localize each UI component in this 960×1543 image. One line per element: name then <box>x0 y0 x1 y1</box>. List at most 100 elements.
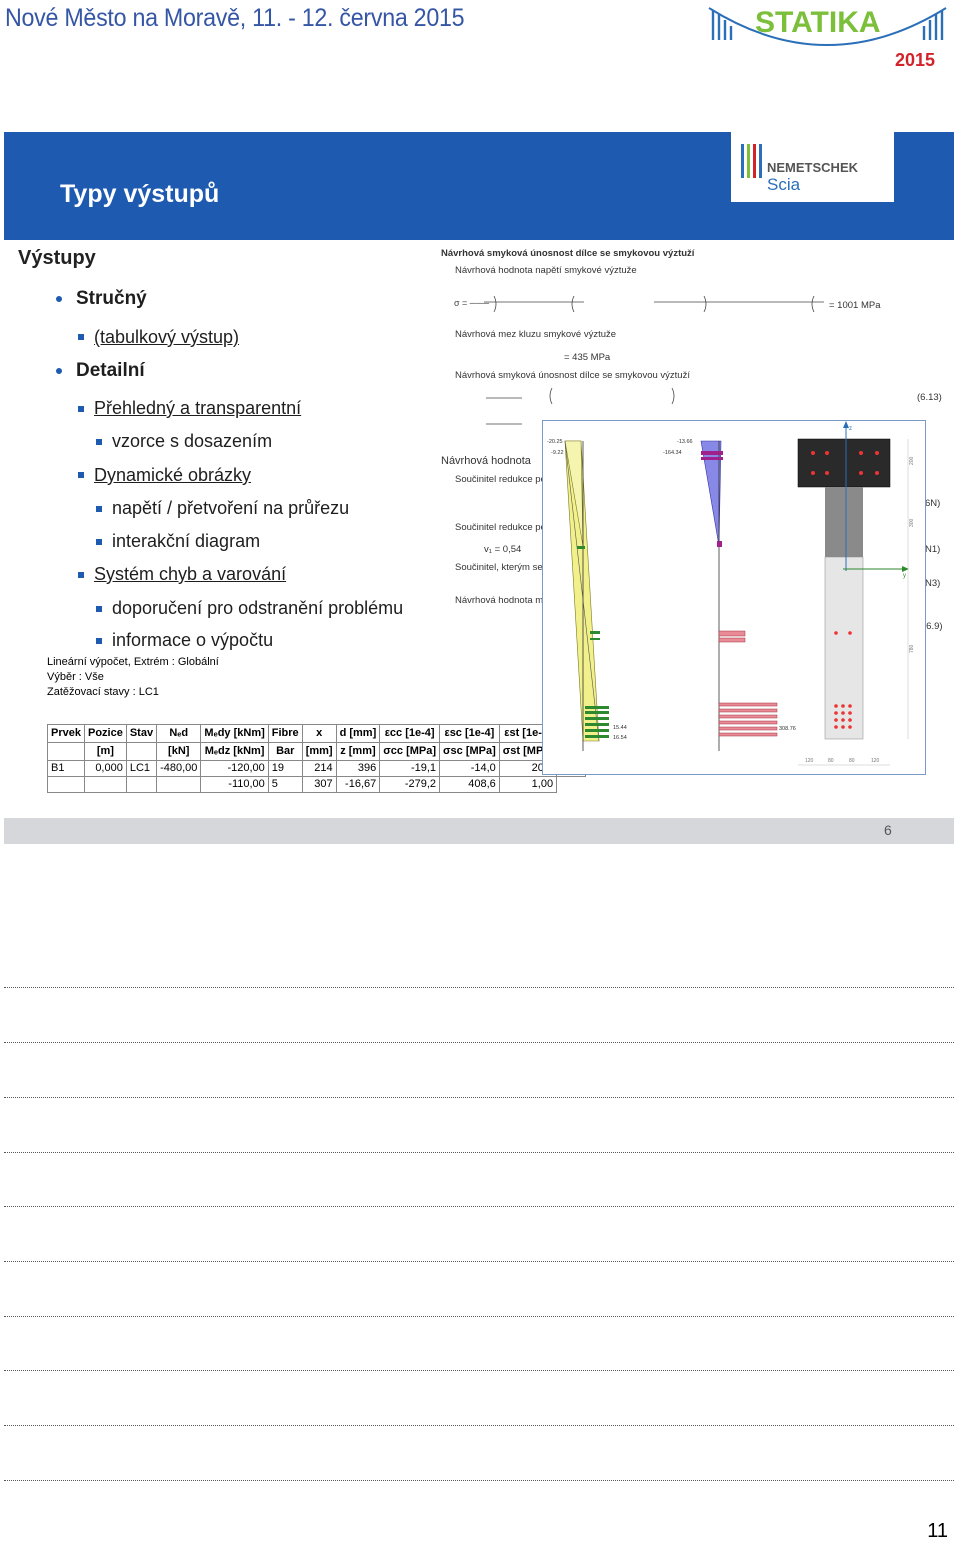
svg-text:120: 120 <box>805 758 814 764</box>
notes-line <box>4 1152 954 1153</box>
page-number: 11 <box>927 1520 948 1542</box>
table-header-cell: Stav <box>125 724 158 743</box>
brand-name: NEMETSCHEK <box>767 160 859 175</box>
bullet-square <box>96 539 102 545</box>
diagram-label: 16.54 <box>613 735 627 741</box>
table-header-cell: εsc [1e-4] <box>439 724 500 743</box>
table-cell: B1 <box>47 760 85 777</box>
table-header-cell: Nₑd <box>156 724 202 743</box>
brand-sub: Scia <box>767 175 801 194</box>
table-header-cell: Mₑdz [kNm] <box>200 742 269 761</box>
table-header-row: Prvek Pozice Stav Nₑd Mₑdy [kNm] Fibre x d [mm]… <box>47 724 586 743</box>
svg-text:780: 780 <box>909 644 915 653</box>
formula-text: Návrhová hodnota napětí smykové výztuže <box>455 265 637 276</box>
bullet-square <box>78 334 84 340</box>
svg-text:80: 80 <box>828 758 834 764</box>
table-cell: 396 <box>335 760 381 777</box>
notes-line <box>4 1316 954 1317</box>
table-header-cell: z [mm] <box>335 742 381 761</box>
table-cell <box>156 776 202 793</box>
svg-text:z: z <box>849 426 852 432</box>
svg-text:200: 200 <box>909 456 915 465</box>
svg-text:120: 120 <box>871 758 880 764</box>
table-cell: 214 <box>301 760 337 777</box>
table-cell: -14,0 <box>439 760 500 777</box>
diagram-label: -20.25 <box>547 439 563 445</box>
bullet-square <box>96 439 102 445</box>
table-header-cell: Pozice <box>83 724 127 743</box>
table-row: B1 0,000 LC1 -480,00 -120,00 19 214 396 -19,1 -14… <box>47 760 586 777</box>
table-cell: LC1 <box>125 760 158 777</box>
table-cell <box>47 776 85 793</box>
table-header-cell: σcc [MPa] <box>379 742 441 761</box>
svg-text:σ = ───: σ = ─── <box>454 298 490 308</box>
bullet-dynamic-images: Dynamické obrázky <box>94 465 252 485</box>
formula-result: = 435 MPa <box>564 352 611 363</box>
logo-year: 2015 <box>895 50 935 70</box>
bullet-table-output: (tabulkový výstup) <box>94 327 240 347</box>
bullet-dot <box>56 296 62 302</box>
diagram-label: -13.66 <box>677 439 693 445</box>
table-cell: 1,00 <box>498 776 558 793</box>
table-header-cell: x <box>301 724 337 743</box>
bullet-square <box>78 406 84 412</box>
formula-image: σ = ─── <box>454 295 824 313</box>
table-header-cell: εcc [1e-4] <box>379 724 441 743</box>
bullet-dot <box>56 368 62 374</box>
nemetschek-logo: NEMETSCHEK Scia <box>731 132 894 202</box>
table-header-cell <box>125 742 158 761</box>
svg-text:y: y <box>903 573 906 579</box>
slide-footer-bar <box>4 818 954 844</box>
table-cell: -480,00 <box>156 760 202 777</box>
calc-info-line: Výběr : Vše <box>47 671 104 683</box>
notes-line <box>4 1261 954 1262</box>
table-cell: 307 <box>301 776 337 793</box>
bullet-square <box>96 606 102 612</box>
results-table: Prvek Pozice Stav Nₑd Mₑdy [kNm] Fibre x d [mm]… <box>47 724 586 793</box>
table-cell <box>125 776 158 793</box>
bullet-detailed: Detailní <box>76 360 145 381</box>
notes-line <box>4 987 954 988</box>
bullet-stress-strain: napětí / přetvoření na průřezu <box>112 498 350 518</box>
formula-equation-number: N3) <box>925 578 941 589</box>
formula-text: v₁ = 0,54 <box>484 544 522 555</box>
table-header-cell: [m] <box>83 742 127 761</box>
notes-line <box>4 1480 954 1481</box>
svg-text:80: 80 <box>849 758 855 764</box>
section-heading: Výstupy <box>18 247 96 269</box>
stress-diagram <box>700 440 778 751</box>
table-header-row: [m] [kN] Mₑdz [kNm] Bar [mm] z [mm] σcc [MPa] σ… <box>47 742 586 761</box>
diagram-label: -164.34 <box>663 450 682 456</box>
bullet-brief: Stručný <box>76 288 147 309</box>
bullet-square <box>78 572 84 578</box>
logo-text: STATIKA <box>755 6 881 39</box>
table-header-cell: Mₑdy [kNm] <box>200 724 269 743</box>
statika-logo: STATIKA 2015 <box>708 6 947 70</box>
calc-info-line: Zatěžovací stavy : LC1 <box>47 686 159 698</box>
formula-equation-number: N1) <box>925 544 941 555</box>
table-header-cell: Bar <box>267 742 303 761</box>
notes-line <box>4 1370 954 1371</box>
formula-text: Návrhová mez kluzu smykové výztuže <box>455 329 617 340</box>
cross-section: z y 120 80 80 120 200 300 780 <box>797 421 915 766</box>
diagram-label: 308.76 <box>779 726 796 732</box>
bullet-square <box>78 472 84 478</box>
table-cell: 5 <box>267 776 303 793</box>
notes-line <box>4 1206 954 1207</box>
table-cell: 19 <box>267 760 303 777</box>
formula-equation-number: 6N) <box>925 498 941 509</box>
table-header-cell: d [mm] <box>335 724 381 743</box>
strain-diagram <box>564 440 609 751</box>
slide-title: Typy výstupů <box>60 180 220 208</box>
table-header-cell: Prvek <box>47 724 85 743</box>
formula-text: Součinitel, kterým se z <box>455 562 551 573</box>
bullet-interaction-diagram: interakční diagram <box>112 531 261 551</box>
formula-result: = 1001 MPa <box>829 300 881 311</box>
table-header-cell: [kN] <box>156 742 202 761</box>
bullet-calc-info: informace o výpočtu <box>112 630 274 650</box>
diagram-label: -9.22 <box>551 450 564 456</box>
stress-strain-diagram: -20.25 -9.22 -13.66 -164.34 15.44 16.54 … <box>542 420 926 775</box>
slide-number: 6 <box>884 822 892 838</box>
table-cell: -16,67 <box>335 776 381 793</box>
table-row: -110,00 5 307 -16,67 -279,2 408,6 1,00 <box>47 776 586 793</box>
